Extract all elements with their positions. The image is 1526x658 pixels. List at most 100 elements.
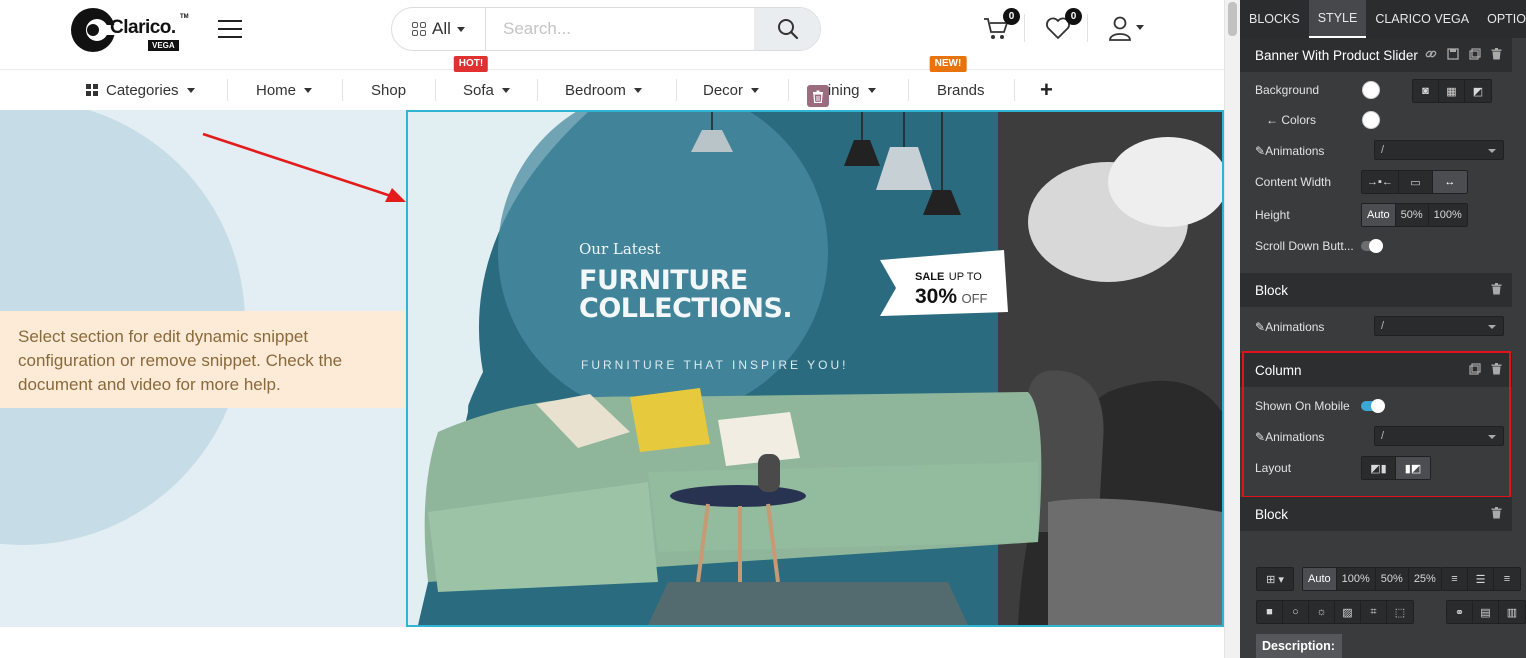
align-left-icon[interactable]: ≡ <box>1442 568 1468 590</box>
height-100-button[interactable]: 100% <box>1428 204 1467 226</box>
wishlist-button[interactable]: 0 <box>1044 8 1082 44</box>
menu-separator <box>788 79 789 101</box>
shown-on-mobile-toggle[interactable] <box>1361 399 1385 413</box>
site-scrollbar[interactable] <box>1224 0 1240 658</box>
content-width-group: →▪← ▭ ↔ <box>1361 170 1468 194</box>
image-icon[interactable]: ◩ <box>1465 80 1491 102</box>
header-divider <box>1087 14 1088 42</box>
square-icon[interactable]: ■ <box>1257 601 1283 623</box>
cart-button[interactable]: 0 <box>982 8 1020 44</box>
size-auto-button[interactable]: Auto <box>1303 568 1337 590</box>
menu-item-decor[interactable]: Decor <box>703 71 760 109</box>
colors-swatch[interactable] <box>1362 111 1380 129</box>
duplicate-icon[interactable] <box>1469 48 1481 60</box>
width-narrow-icon[interactable]: →▪← <box>1362 171 1399 193</box>
link-icon[interactable] <box>1425 48 1437 60</box>
animations-select[interactable]: / <box>1374 316 1504 336</box>
menu-item-bedroom[interactable]: Bedroom <box>565 71 642 109</box>
link-icon[interactable]: ⚭ <box>1447 601 1473 623</box>
search-category-dropdown[interactable]: All <box>392 8 486 50</box>
cart-count-badge: 0 <box>1003 8 1020 25</box>
image-icon[interactable]: ▨ <box>1335 601 1361 623</box>
add-menu-item-button[interactable]: + <box>1040 77 1053 103</box>
grid-dropdown: ⊞ ▾ <box>1256 567 1294 591</box>
menu-item-home[interactable]: Home <box>256 71 313 109</box>
delete-snippet-button[interactable] <box>807 85 829 107</box>
section-header-column[interactable]: Column <box>1240 353 1512 387</box>
tab-options[interactable]: OPTIONS <box>1478 0 1526 38</box>
scroll-down-toggle[interactable] <box>1361 239 1383 253</box>
site-logo[interactable]: Clarico. TM VEGA <box>70 4 190 56</box>
align-right-icon[interactable]: ≡ <box>1494 568 1520 590</box>
site-header: Clarico. TM VEGA All 0 <box>0 0 1224 70</box>
search-input[interactable] <box>487 8 753 50</box>
trash-icon[interactable] <box>1491 283 1502 295</box>
wand-icon: ✎ <box>1255 430 1266 444</box>
animations-text: Animations <box>1265 320 1325 334</box>
banner-eyebrow: Our Latest <box>579 240 661 258</box>
layout-image-left-icon[interactable]: ◩▮ <box>1362 457 1396 479</box>
transform-icon[interactable]: ⬚ <box>1387 601 1413 623</box>
section-header-block[interactable]: Block <box>1240 273 1512 307</box>
tab-style[interactable]: STYLE <box>1308 0 1367 38</box>
animations-text: Animations <box>1265 430 1325 444</box>
tab-blocks[interactable]: BLOCKS <box>1240 0 1309 38</box>
grid-dropdown-icon[interactable]: ⊞ ▾ <box>1257 568 1293 590</box>
section-title: Banner With Product Slider <box>1255 47 1418 63</box>
section-header-block-2[interactable]: Block <box>1240 497 1512 531</box>
logo-tm: TM <box>180 14 189 20</box>
menu-item-categories[interactable]: Categories <box>86 71 195 109</box>
hero-section[interactable]: Select section for edit dynamic snippet … <box>0 110 1224 627</box>
layout-image-right-icon[interactable]: ▮◩ <box>1396 457 1430 479</box>
crop-icon[interactable]: ⌗ <box>1361 601 1387 623</box>
image-tools-group: ■ ○ ☼ ▨ ⌗ ⬚ <box>1256 600 1414 624</box>
circle-icon[interactable]: ○ <box>1283 601 1309 623</box>
hamburger-menu-icon[interactable] <box>218 20 242 40</box>
menu-separator <box>227 79 228 101</box>
video-icon[interactable]: ▦ <box>1439 80 1465 102</box>
shown-on-mobile-label: Shown On Mobile <box>1255 399 1350 413</box>
menu-separator <box>537 79 538 101</box>
menu-item-label: Decor <box>703 81 744 99</box>
red-arrow-annotation <box>202 132 406 202</box>
section-header-banner[interactable]: Banner With Product Slider <box>1240 38 1512 72</box>
trash-icon[interactable] <box>1491 363 1502 375</box>
trash-icon[interactable]: ▥ <box>1499 601 1525 623</box>
trash-icon[interactable] <box>1491 48 1502 60</box>
replace-image-icon[interactable]: ▤ <box>1473 601 1499 623</box>
scrollbar-thumb[interactable] <box>1228 2 1237 36</box>
size-100-button[interactable]: 100% <box>1336 568 1376 590</box>
search-button[interactable] <box>754 8 820 50</box>
animations-select[interactable]: / <box>1374 140 1504 160</box>
trash-icon[interactable] <box>1491 507 1502 519</box>
menu-item-sofa[interactable]: HOT! Sofa <box>453 56 510 109</box>
colors-label: ← Colors <box>1266 113 1317 127</box>
camera-icon[interactable]: ◙ <box>1413 80 1439 102</box>
chevron-down-icon <box>304 87 313 93</box>
menu-item-shop[interactable]: Shop <box>371 71 406 109</box>
shadow-icon[interactable]: ☼ <box>1309 601 1335 623</box>
categories-icon <box>86 84 98 96</box>
tab-clarico-vega[interactable]: CLARICO VEGA <box>1366 0 1478 38</box>
height-50-button[interactable]: 50% <box>1395 204 1429 226</box>
save-icon[interactable] <box>1447 48 1459 60</box>
section-title: Block <box>1255 506 1289 522</box>
menu-item-brands[interactable]: NEW! Brands <box>929 56 985 109</box>
duplicate-icon[interactable] <box>1469 363 1481 375</box>
background-color-swatch[interactable] <box>1362 81 1380 99</box>
section-title: Block <box>1255 282 1289 298</box>
animations-select[interactable]: / <box>1374 426 1504 446</box>
size-25-button[interactable]: 25% <box>1408 568 1441 590</box>
account-button[interactable] <box>1106 14 1148 44</box>
grid-icon <box>412 22 427 36</box>
banner-image[interactable]: Our Latest FURNITURE COLLECTIONS. FURNIT… <box>406 110 1224 627</box>
width-medium-icon[interactable]: ▭ <box>1398 171 1433 193</box>
trash-icon <box>813 90 823 103</box>
menu-separator <box>435 79 436 101</box>
chevron-down-icon <box>186 87 195 93</box>
size-50-button[interactable]: 50% <box>1375 568 1409 590</box>
align-center-icon[interactable]: ☰ <box>1468 568 1494 590</box>
height-auto-button[interactable]: Auto <box>1362 204 1396 226</box>
width-full-icon[interactable]: ↔ <box>1432 171 1467 193</box>
menu-separator <box>342 79 343 101</box>
